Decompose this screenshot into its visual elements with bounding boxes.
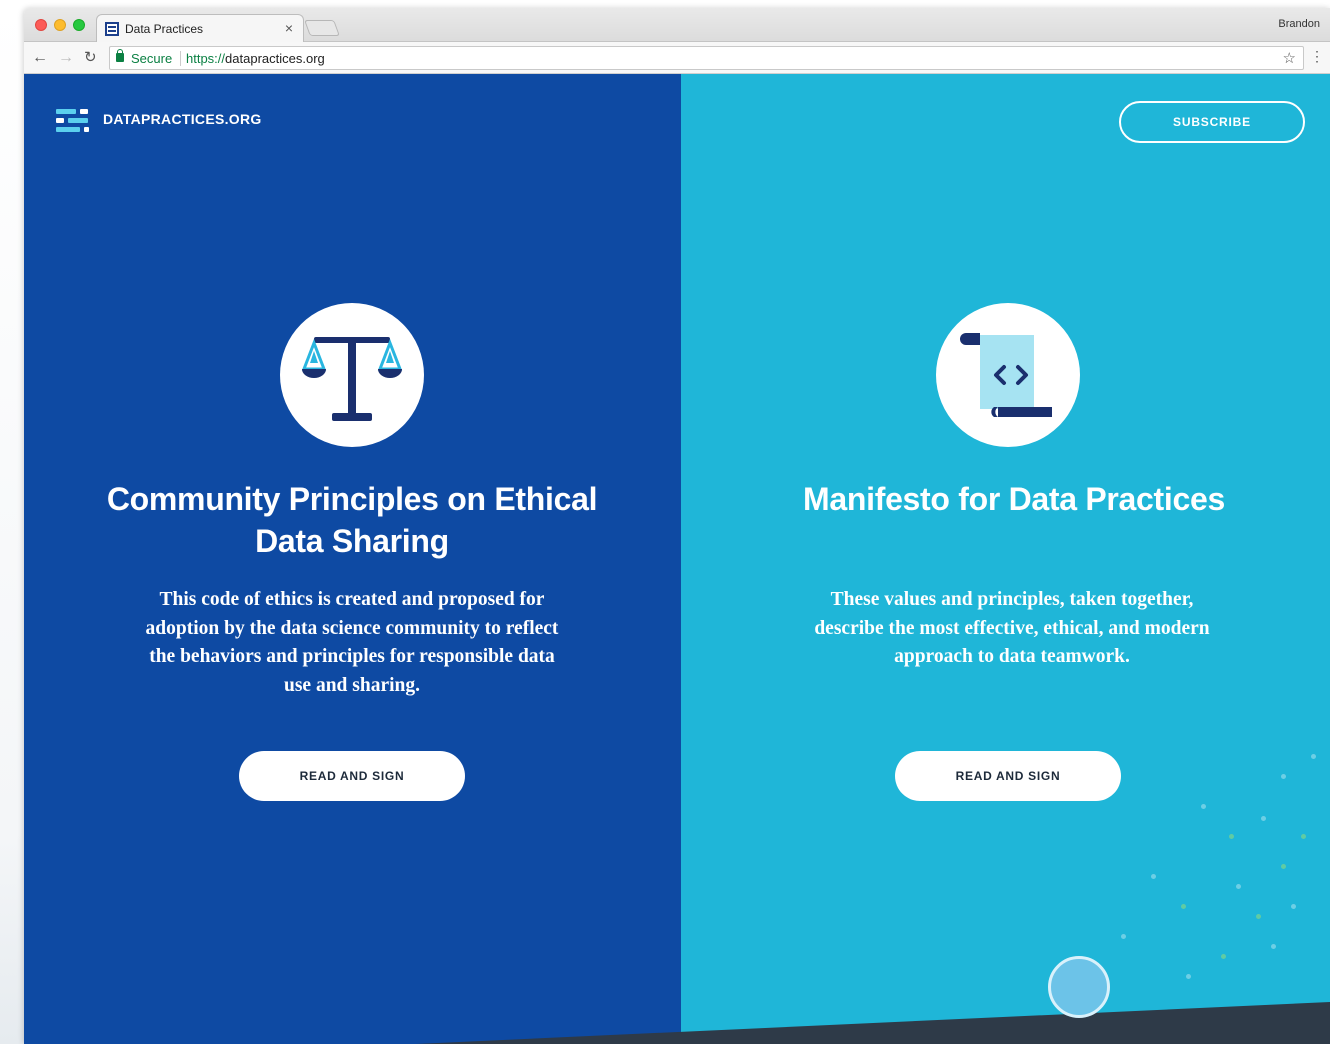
footer-band bbox=[415, 1002, 1330, 1044]
reload-icon[interactable]: ↻ bbox=[84, 48, 97, 68]
tab-title: Data Practices bbox=[125, 22, 204, 36]
page-content: DATAPRACTICES.ORG SUBSCRIBE Community Pr… bbox=[24, 74, 1330, 1044]
site-favicon-icon bbox=[105, 22, 119, 36]
read-and-sign-principles-button[interactable]: READ AND SIGN bbox=[239, 751, 465, 801]
desktop-background bbox=[0, 0, 24, 1044]
scales-of-justice-icon bbox=[301, 337, 403, 421]
card-description-manifesto: These values and principles, taken toget… bbox=[814, 589, 1210, 667]
right-panel bbox=[681, 74, 1330, 1044]
tab-strip: Data Practices × Brandon bbox=[24, 8, 1330, 43]
browser-tab-active[interactable]: Data Practices × bbox=[96, 14, 304, 43]
new-tab-button[interactable] bbox=[304, 20, 340, 36]
scales-icon-circle bbox=[280, 303, 424, 447]
url-text[interactable]: https://datapractices.org bbox=[186, 51, 325, 66]
url-host: datapractices.org bbox=[225, 51, 325, 66]
lock-icon bbox=[116, 49, 124, 62]
tab-close-icon[interactable]: × bbox=[285, 20, 293, 36]
card-title-manifesto: Manifesto for Data Practices bbox=[803, 481, 1225, 517]
close-window-button[interactable] bbox=[35, 19, 47, 31]
card-description-principles: This code of ethics is created and propo… bbox=[145, 589, 559, 696]
forward-arrow-icon[interactable]: → bbox=[58, 48, 74, 68]
secure-label: Secure bbox=[131, 51, 173, 66]
browser-window: Data Practices × Brandon ← → ↻ Secure ht… bbox=[24, 8, 1330, 1044]
address-bar[interactable]: Secure https://datapractices.org ☆ bbox=[109, 46, 1304, 70]
brand-name[interactable]: DATAPRACTICES.ORG bbox=[103, 111, 262, 127]
url-scheme: https:// bbox=[186, 51, 226, 66]
browser-toolbar: ← → ↻ Secure https://datapractices.org ☆… bbox=[24, 42, 1330, 74]
minimize-window-button[interactable] bbox=[54, 19, 66, 31]
read-and-sign-manifesto-button[interactable]: READ AND SIGN bbox=[895, 751, 1121, 801]
profile-name[interactable]: Brandon bbox=[1278, 18, 1320, 30]
card-title-principles: Community Principles on Ethical Data Sha… bbox=[106, 481, 598, 559]
zoom-window-button[interactable] bbox=[73, 19, 85, 31]
code-scroll-icon bbox=[960, 333, 1052, 417]
more-menu-icon[interactable]: ⋮ bbox=[1310, 48, 1324, 64]
scroll-icon-circle bbox=[936, 303, 1080, 447]
data-world-logo-icon[interactable] bbox=[1048, 956, 1110, 1018]
back-arrow-icon[interactable]: ← bbox=[32, 48, 48, 68]
datapractices-logo-icon[interactable] bbox=[56, 107, 90, 135]
address-divider bbox=[180, 51, 181, 66]
subscribe-button[interactable]: SUBSCRIBE bbox=[1119, 101, 1305, 143]
bookmark-star-icon[interactable]: ☆ bbox=[1283, 49, 1296, 67]
